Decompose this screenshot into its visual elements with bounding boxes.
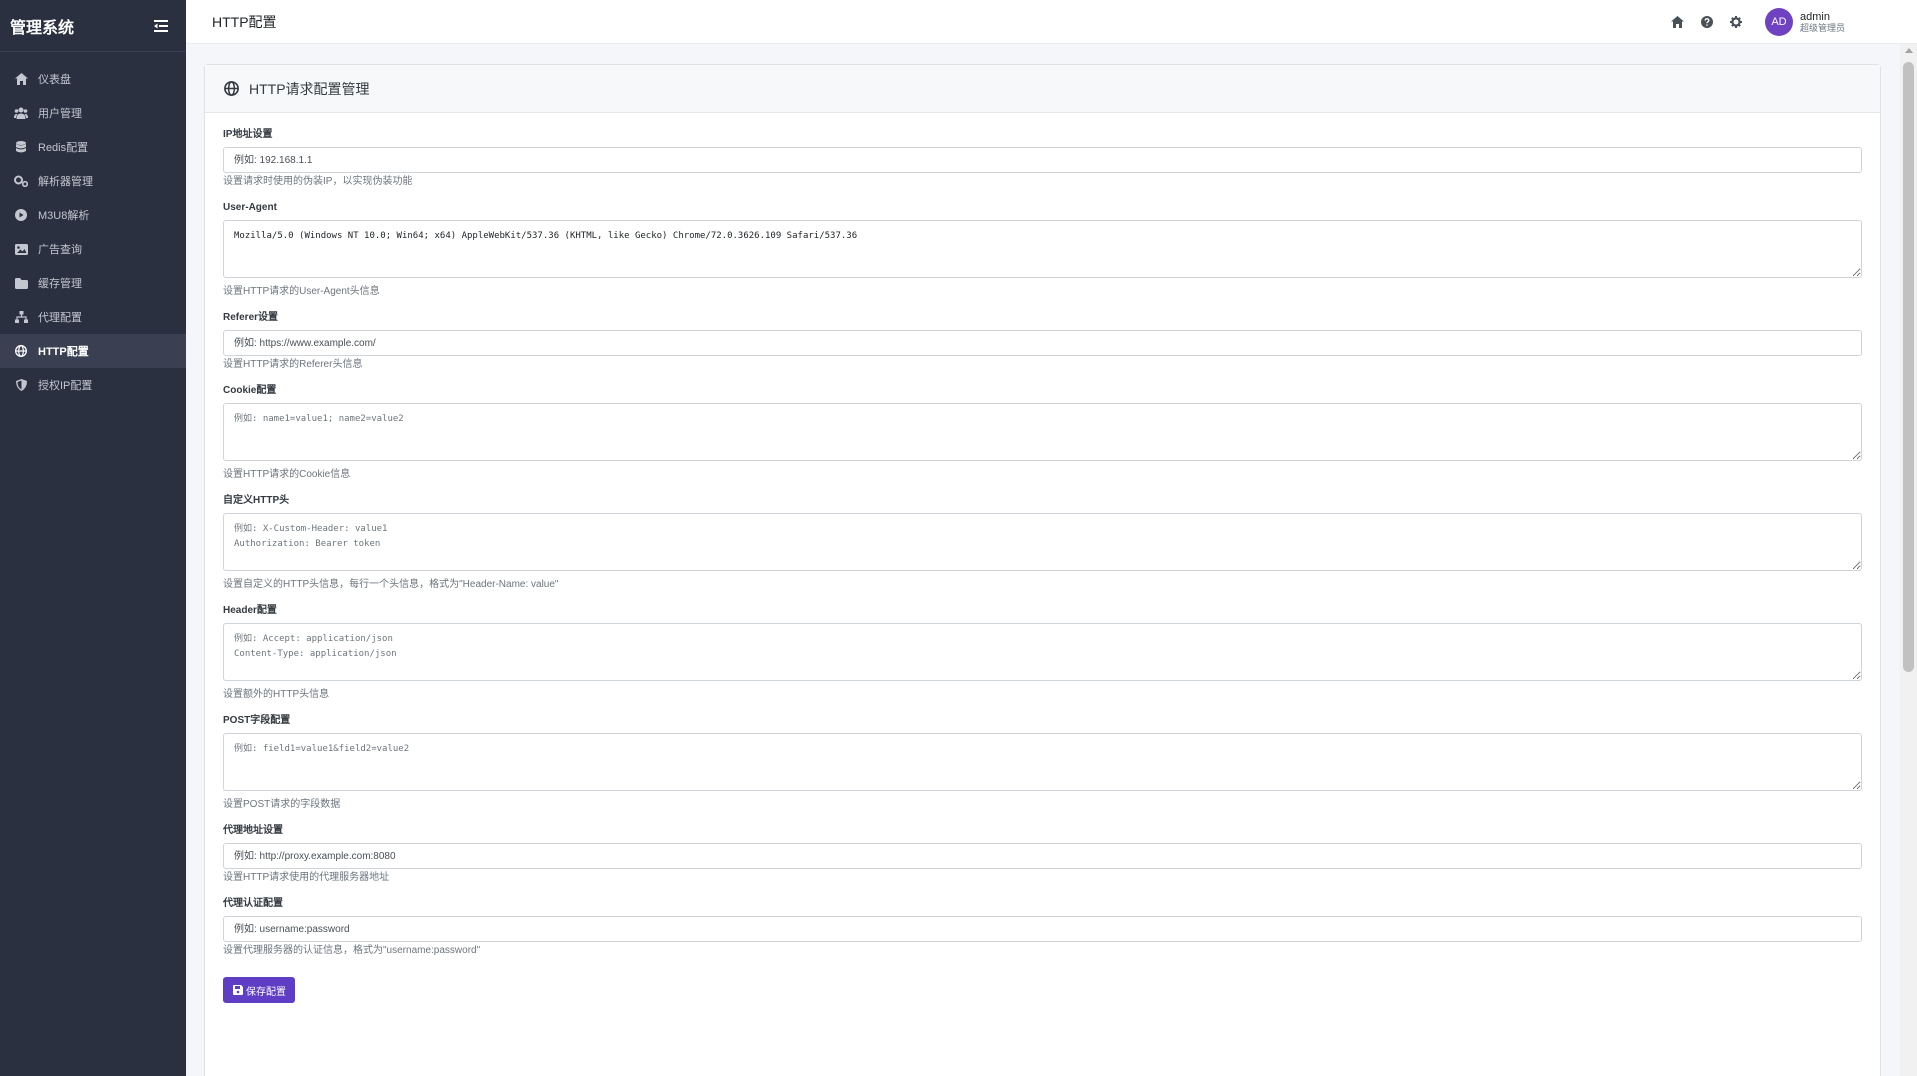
sidebar-item-label: 仪表盘 <box>38 74 71 86</box>
sidebar-item-label: 用户管理 <box>38 108 82 120</box>
ip-input[interactable] <box>223 147 1862 173</box>
image-icon <box>14 242 28 256</box>
proxy-auth-field-group: 代理认证配置 设置代理服务器的认证信息，格式为"username:passwor… <box>223 898 1862 957</box>
post-label: POST字段配置 <box>223 715 291 726</box>
header-textarea[interactable] <box>223 623 1862 681</box>
sidebar-item-redis[interactable]: Redis配置 <box>0 130 186 164</box>
user-agent-label: User-Agent <box>223 202 277 213</box>
user-agent-textarea[interactable]: Mozilla/5.0 (Windows NT 10.0; Win64; x64… <box>223 220 1862 278</box>
sidebar-item-m3u8[interactable]: M3U8解析 <box>0 198 186 232</box>
post-field-group: POST字段配置 设置POST请求的字段数据 <box>223 715 1862 811</box>
save-icon <box>232 985 243 996</box>
sidebar-item-http[interactable]: HTTP配置 <box>0 334 186 368</box>
menu-toggle-icon[interactable] <box>152 17 170 35</box>
user-name: admin <box>1799 10 1830 23</box>
user-role: 超级管理员 <box>1799 23 1845 34</box>
shield-icon <box>14 378 28 392</box>
post-textarea[interactable] <box>223 733 1862 791</box>
users-icon <box>14 106 28 120</box>
user-agent-field-group: User-Agent Mozilla/5.0 (Windows NT 10.0;… <box>223 202 1862 298</box>
sidebar-item-auth-ip[interactable]: 授权IP配置 <box>0 368 186 402</box>
database-icon <box>14 140 28 154</box>
sidebar-nav: 仪表盘 用户管理 Redis配置 解析器管理 M3U8解析 广告查询 缓存管理 <box>0 62 186 402</box>
referer-help: 设置HTTP请求的Referer头信息 <box>223 359 363 370</box>
sidebar-item-label: M3U8解析 <box>38 210 90 222</box>
sidebar-item-users[interactable]: 用户管理 <box>0 96 186 130</box>
user-info[interactable]: admin 超级管理员 <box>1800 11 1845 34</box>
custom-headers-help: 设置自定义的HTTP头信息，每行一个头信息，格式为"Header-Name: v… <box>223 579 559 590</box>
sitemap-icon <box>14 310 28 324</box>
proxy-auth-input[interactable] <box>223 916 1862 942</box>
page-title: HTTP配置 <box>212 13 277 30</box>
home-icon[interactable] <box>1671 15 1685 29</box>
brand: 管理系统 <box>0 0 186 52</box>
sidebar-item-parsers[interactable]: 解析器管理 <box>0 164 186 198</box>
proxy-auth-help: 设置代理服务器的认证信息，格式为"username:password" <box>223 945 481 956</box>
brand-title: 管理系统 <box>10 19 75 37</box>
avatar[interactable]: AD <box>1764 8 1793 36</box>
topbar-actions: AD admin 超级管理员 <box>1656 0 1845 44</box>
home-icon <box>14 72 28 86</box>
cogs-icon <box>14 174 28 188</box>
globe-icon <box>223 81 239 97</box>
referer-label: Referer设置 <box>223 312 279 323</box>
scroll-up-arrow-icon[interactable] <box>1905 48 1913 53</box>
user-agent-help: 设置HTTP请求的User-Agent头信息 <box>223 286 380 297</box>
globe-icon <box>14 344 28 358</box>
folder-icon <box>14 276 28 290</box>
help-icon[interactable] <box>1700 15 1714 29</box>
http-config-card: HTTP请求配置管理 IP地址设置 设置请求时使用的伪装IP，以实现伪装功能 U… <box>204 64 1881 1076</box>
ip-help: 设置请求时使用的伪装IP，以实现伪装功能 <box>223 176 413 187</box>
header-help: 设置额外的HTTP头信息 <box>223 689 330 700</box>
cookie-field-group: Cookie配置 设置HTTP请求的Cookie信息 <box>223 385 1862 481</box>
cookie-textarea[interactable] <box>223 403 1862 461</box>
sidebar-item-ads[interactable]: 广告查询 <box>0 232 186 266</box>
proxy-label: 代理地址设置 <box>223 825 283 836</box>
custom-headers-textarea[interactable] <box>223 513 1862 571</box>
sidebar: 管理系统 仪表盘 用户管理 Redis配置 解析器管理 M3U8解析 广告查询 <box>0 0 186 1076</box>
card-title: HTTP请求配置管理 <box>249 80 370 97</box>
sidebar-item-label: 广告查询 <box>38 244 82 256</box>
page-scrollbar[interactable] <box>1900 44 1917 1076</box>
referer-input[interactable] <box>223 330 1862 356</box>
cookie-label: Cookie配置 <box>223 385 277 396</box>
sidebar-item-label: 代理配置 <box>38 312 82 324</box>
ip-label: IP地址设置 <box>223 129 273 140</box>
gear-icon[interactable] <box>1729 15 1743 29</box>
sidebar-item-label: 缓存管理 <box>38 278 82 290</box>
header-field-group: Header配置 设置额外的HTTP头信息 <box>223 605 1862 701</box>
proxy-help: 设置HTTP请求使用的代理服务器地址 <box>223 872 390 883</box>
sidebar-item-cache[interactable]: 缓存管理 <box>0 266 186 300</box>
sidebar-item-proxy[interactable]: 代理配置 <box>0 300 186 334</box>
post-help: 设置POST请求的字段数据 <box>223 799 341 810</box>
cookie-help: 设置HTTP请求的Cookie信息 <box>223 469 351 480</box>
play-circle-icon <box>14 208 28 222</box>
custom-headers-label: 自定义HTTP头 <box>223 495 290 506</box>
proxy-field-group: 代理地址设置 设置HTTP请求使用的代理服务器地址 <box>223 825 1862 884</box>
config-form: IP地址设置 设置请求时使用的伪装IP，以实现伪装功能 User-Agent M… <box>205 113 1880 1003</box>
referer-field-group: Referer设置 设置HTTP请求的Referer头信息 <box>223 312 1862 371</box>
sidebar-item-label: 解析器管理 <box>38 176 93 188</box>
ip-field-group: IP地址设置 设置请求时使用的伪装IP，以实现伪装功能 <box>223 129 1862 188</box>
sidebar-item-label: Redis配置 <box>38 142 89 154</box>
save-button[interactable]: 保存配置 <box>223 977 295 1003</box>
save-button-label: 保存配置 <box>246 986 286 998</box>
sidebar-item-label: HTTP配置 <box>38 346 89 358</box>
proxy-input[interactable] <box>223 843 1862 869</box>
sidebar-item-dashboard[interactable]: 仪表盘 <box>0 62 186 96</box>
proxy-auth-label: 代理认证配置 <box>223 898 283 909</box>
custom-headers-field-group: 自定义HTTP头 设置自定义的HTTP头信息，每行一个头信息，格式为"Heade… <box>223 495 1862 591</box>
card-header: HTTP请求配置管理 <box>205 65 1880 113</box>
scroll-thumb[interactable] <box>1903 62 1914 672</box>
topbar: HTTP配置 AD admin 超级管理员 <box>186 0 1917 44</box>
sidebar-item-label: 授权IP配置 <box>38 380 93 392</box>
header-label: Header配置 <box>223 605 277 616</box>
